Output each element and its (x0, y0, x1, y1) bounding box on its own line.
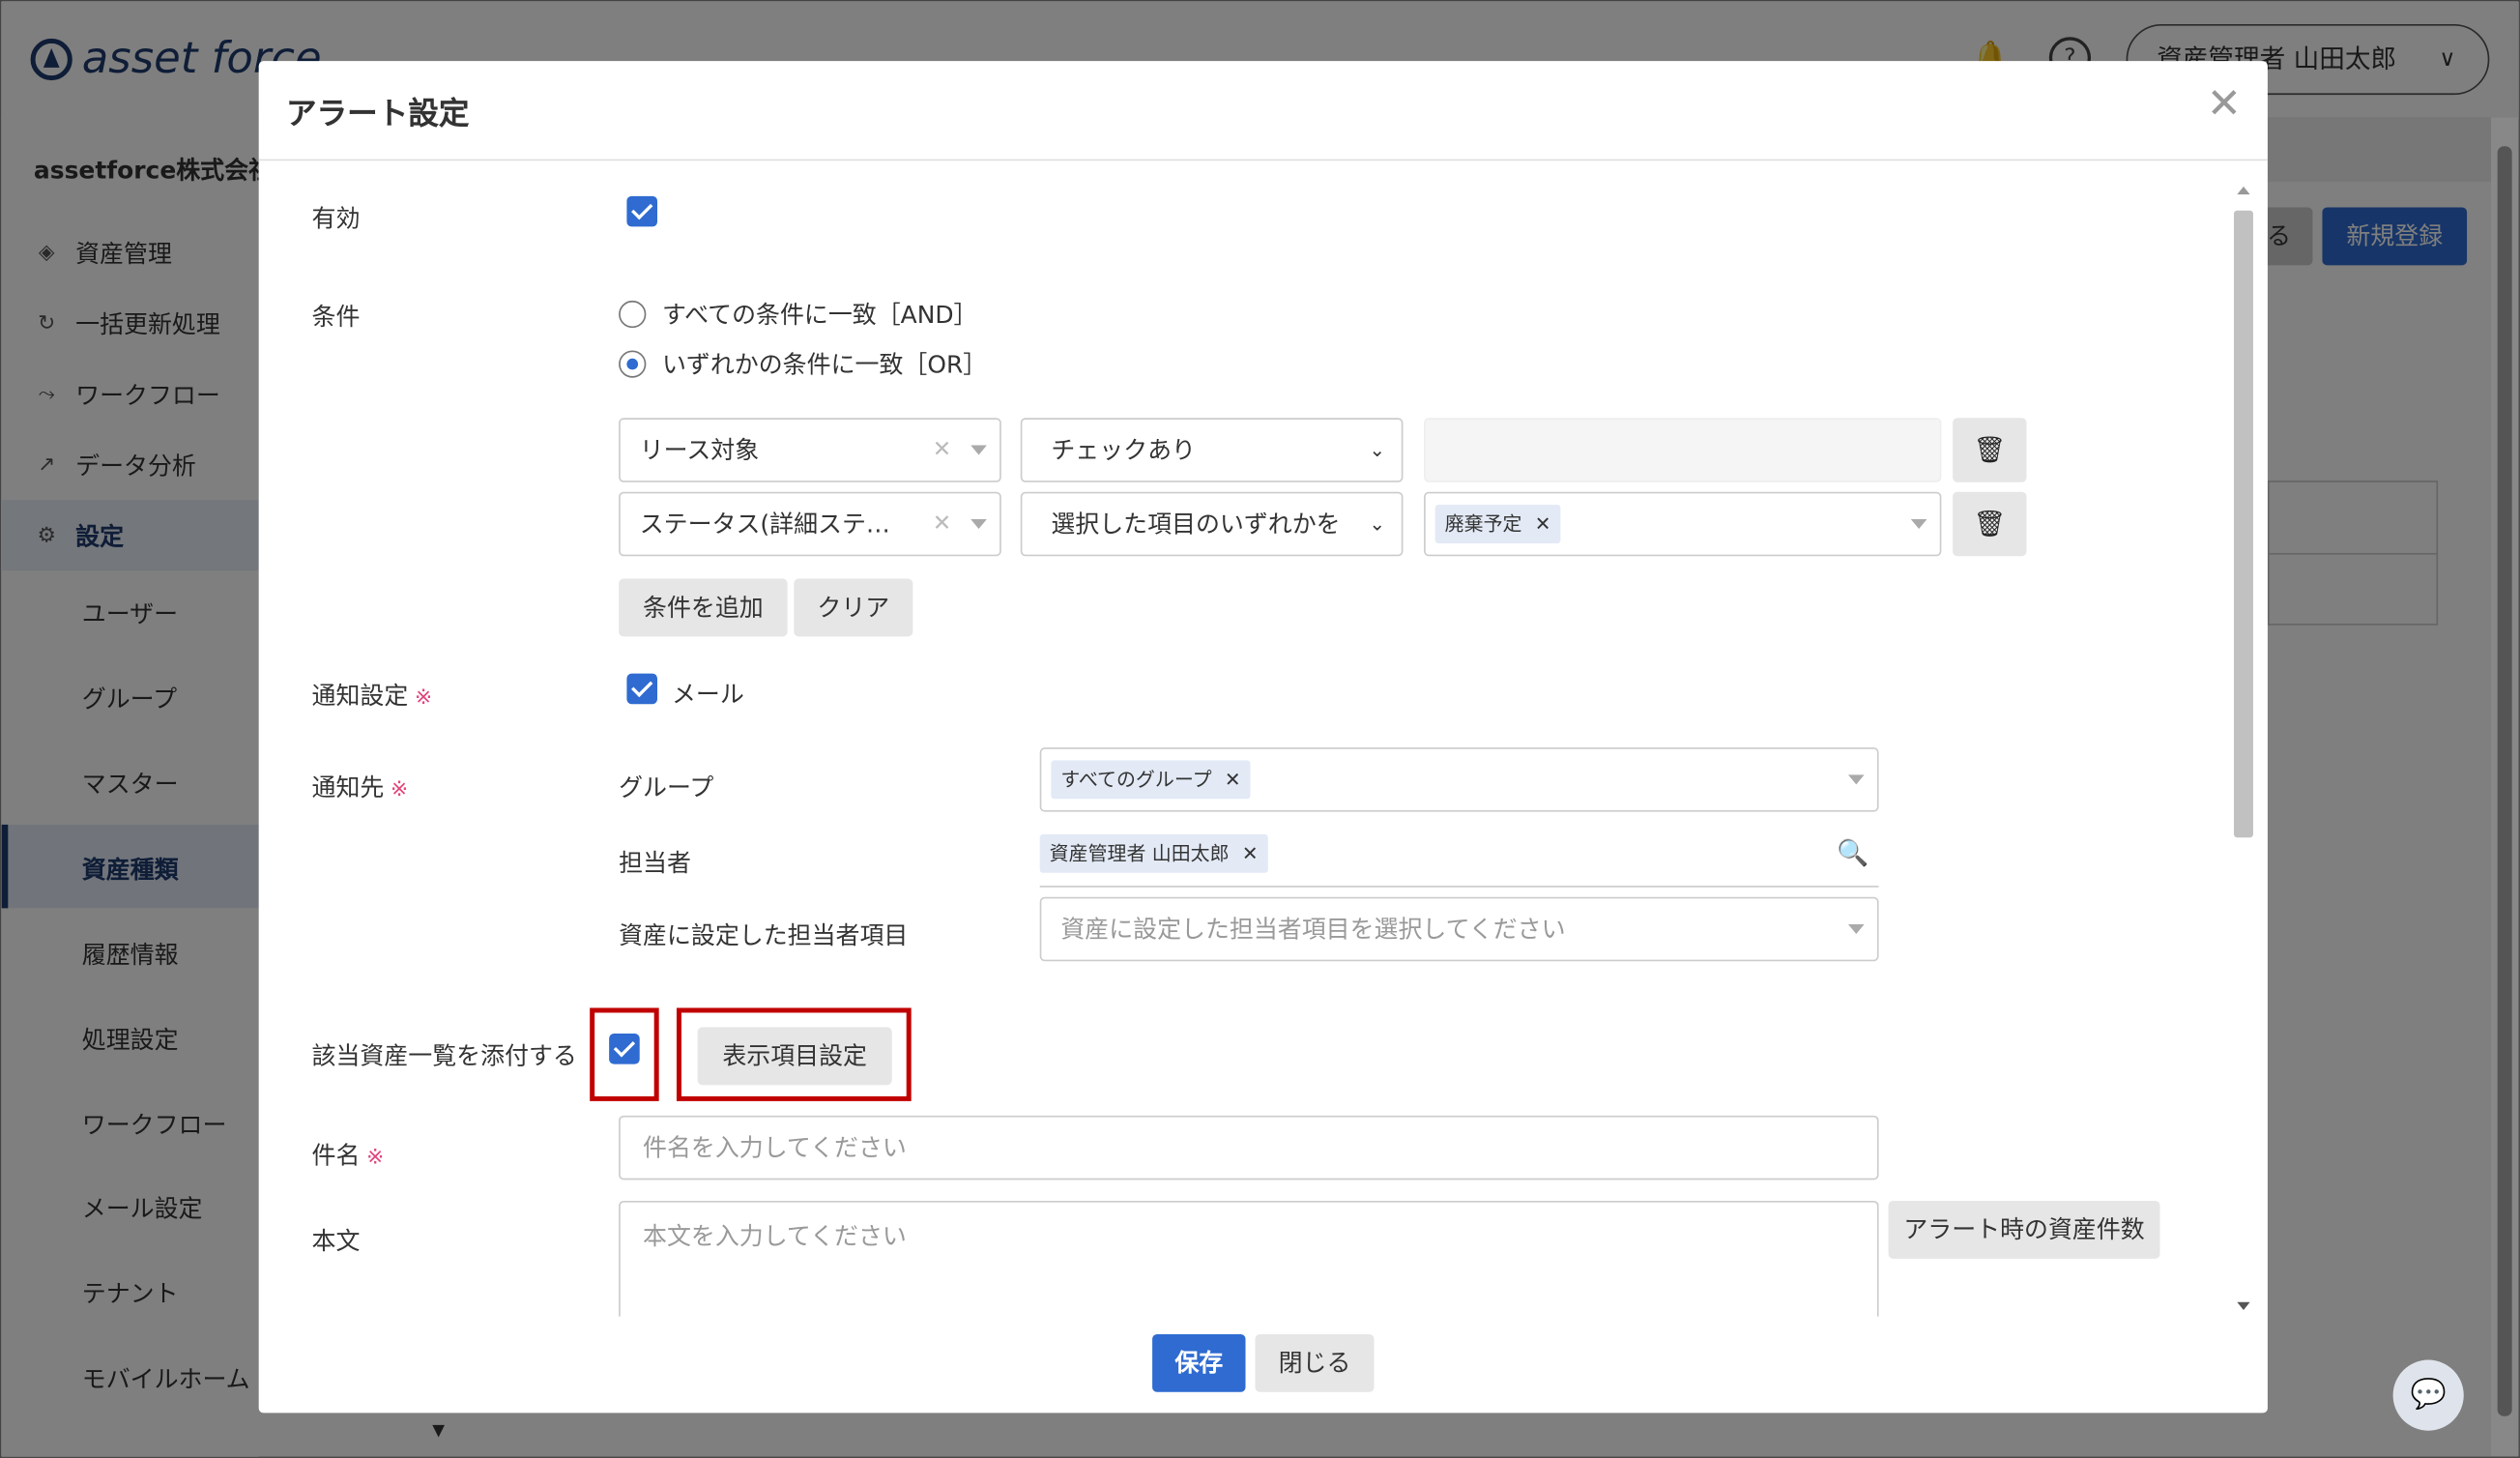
close-icon[interactable]: ✕ (2207, 80, 2242, 129)
subject-placeholder: 件名を入力してください (643, 1133, 907, 1163)
person-field[interactable]: 資産管理者 山田太郎 ✕ (1039, 825, 1879, 888)
modal-divider (258, 159, 2268, 161)
body-textarea[interactable]: 本文を入力してください (619, 1200, 1879, 1317)
tag-remove-icon[interactable]: ✕ (1535, 512, 1551, 535)
person-tag: 資産管理者 山田太郎 ✕ (1039, 833, 1268, 873)
notify-label: 通知設定 ※ (312, 679, 433, 713)
condition-label: 条件 (311, 302, 361, 332)
group-multiselect[interactable]: すべてのグループ ✕ (1039, 747, 1879, 812)
asset-person-placeholder: 資産に設定した担当者項目を選択してください (1060, 915, 1566, 944)
radio-and[interactable] (619, 300, 647, 329)
enabled-label: 有効 (311, 204, 361, 234)
page-scrollbar[interactable] (2491, 117, 2519, 1457)
required-mark: ※ (414, 685, 433, 711)
page-scrollbar-thumb[interactable] (2497, 146, 2512, 1416)
value-tag-text: 廃棄予定 (1444, 512, 1522, 536)
subject-label-text: 件名 (311, 1141, 361, 1171)
group-tag: すべてのグループ ✕ (1051, 760, 1251, 800)
person-label: 担当者 (619, 848, 691, 878)
condition-operator-value: チェックあり (1051, 435, 1197, 465)
modal-scrollbar-thumb[interactable] (2234, 210, 2253, 838)
display-items-button[interactable]: 表示項目設定 (697, 1027, 892, 1086)
condition-value-multiselect[interactable]: 廃棄予定 ✕ (1424, 491, 1942, 557)
notify-label-text: 通知設定 (311, 681, 409, 711)
trash-icon[interactable]: 🗑 (1953, 418, 2027, 482)
clear-icon[interactable]: ✕ (933, 420, 952, 481)
scroll-down-icon[interactable] (2237, 1301, 2250, 1311)
dropdown-arrow-icon (1847, 923, 1865, 934)
radio-or[interactable] (619, 350, 647, 378)
condition-field-value: リース対象 (639, 435, 760, 465)
condition-operator-select[interactable]: チェックあり ⌄ (1020, 418, 1404, 482)
asset-person-select[interactable]: 資産に設定した担当者項目を選択してください (1039, 896, 1879, 962)
body-placeholder: 本文を入力してください (643, 1221, 907, 1251)
dropdown-arrow-icon (1910, 519, 1927, 529)
mail-label: メール (671, 680, 744, 710)
subject-input[interactable]: 件名を入力してください (619, 1115, 1879, 1181)
radio-and-label: すべての条件に一致［AND］ (661, 300, 978, 330)
chevron-down-icon: ⌄ (1362, 493, 1386, 555)
clear-icon[interactable]: ✕ (933, 493, 952, 554)
asset-person-label: 資産に設定した担当者項目 (619, 920, 909, 950)
condition-field-select[interactable]: リース対象 ✕ (619, 418, 1001, 482)
dropdown-arrow-icon (1847, 774, 1865, 785)
required-mark: ※ (366, 1146, 385, 1171)
modal-scrollbar[interactable] (2229, 181, 2258, 1317)
attach-checkbox[interactable] (609, 1034, 640, 1064)
chat-icon[interactable]: 💬 (2392, 1359, 2464, 1431)
radio-or-label: いずれかの条件に一致［OR］ (661, 350, 988, 380)
dropdown-arrow-icon (970, 445, 987, 455)
person-tag-text: 資産管理者 山田太郎 (1049, 842, 1230, 865)
recipients-label: 通知先 ※ (312, 770, 409, 803)
body-label: 本文 (311, 1226, 361, 1256)
app-window: asset force 🔔 ? 資産管理者 山田太郎 ∨ assetforce株… (0, 0, 2520, 1458)
chevron-down-icon: ⌄ (1369, 438, 1386, 462)
trash-icon[interactable]: 🗑 (1953, 491, 2027, 557)
condition-field-value: ステータス(詳細ステ… (639, 510, 890, 539)
group-label: グループ (619, 773, 714, 802)
required-mark: ※ (391, 777, 409, 802)
mail-checkbox[interactable] (626, 673, 658, 705)
attach-label: 該当資産一覧を添付する (311, 1041, 577, 1071)
body-clip: 本文 本文を入力してください アラート時の資産件数 (259, 1191, 2236, 1317)
scroll-up-icon[interactable] (2237, 186, 2250, 195)
alert-count-button[interactable]: アラート時の資産件数 (1888, 1200, 2160, 1259)
tag-remove-icon[interactable]: ✕ (1225, 769, 1241, 791)
recipients-label-text: 通知先 (311, 773, 385, 802)
modal-title: アラート設定 (285, 96, 470, 132)
condition-operator-value: 選択した項目のいずれかを (1051, 510, 1341, 539)
close-button[interactable]: 閉じる (1255, 1333, 1375, 1392)
group-tag-text: すべてのグループ (1060, 768, 1212, 791)
value-tag: 廃棄予定 ✕ (1434, 505, 1561, 543)
condition-value-field (1424, 418, 1942, 482)
clear-button[interactable]: クリア (794, 578, 913, 637)
tag-remove-icon[interactable]: ✕ (1242, 842, 1259, 864)
enabled-checkbox[interactable] (626, 195, 658, 227)
dropdown-arrow-icon (970, 519, 987, 529)
condition-field-select[interactable]: ステータス(詳細ステ… ✕ (619, 491, 1001, 557)
save-button[interactable]: 保存 (1152, 1333, 1246, 1392)
add-condition-button[interactable]: 条件を追加 (619, 578, 788, 637)
search-icon[interactable]: 🔍 (1837, 837, 1868, 868)
condition-operator-select[interactable]: 選択した項目のいずれかを ⌄ (1020, 491, 1404, 557)
subject-label: 件名 ※ (312, 1138, 385, 1172)
